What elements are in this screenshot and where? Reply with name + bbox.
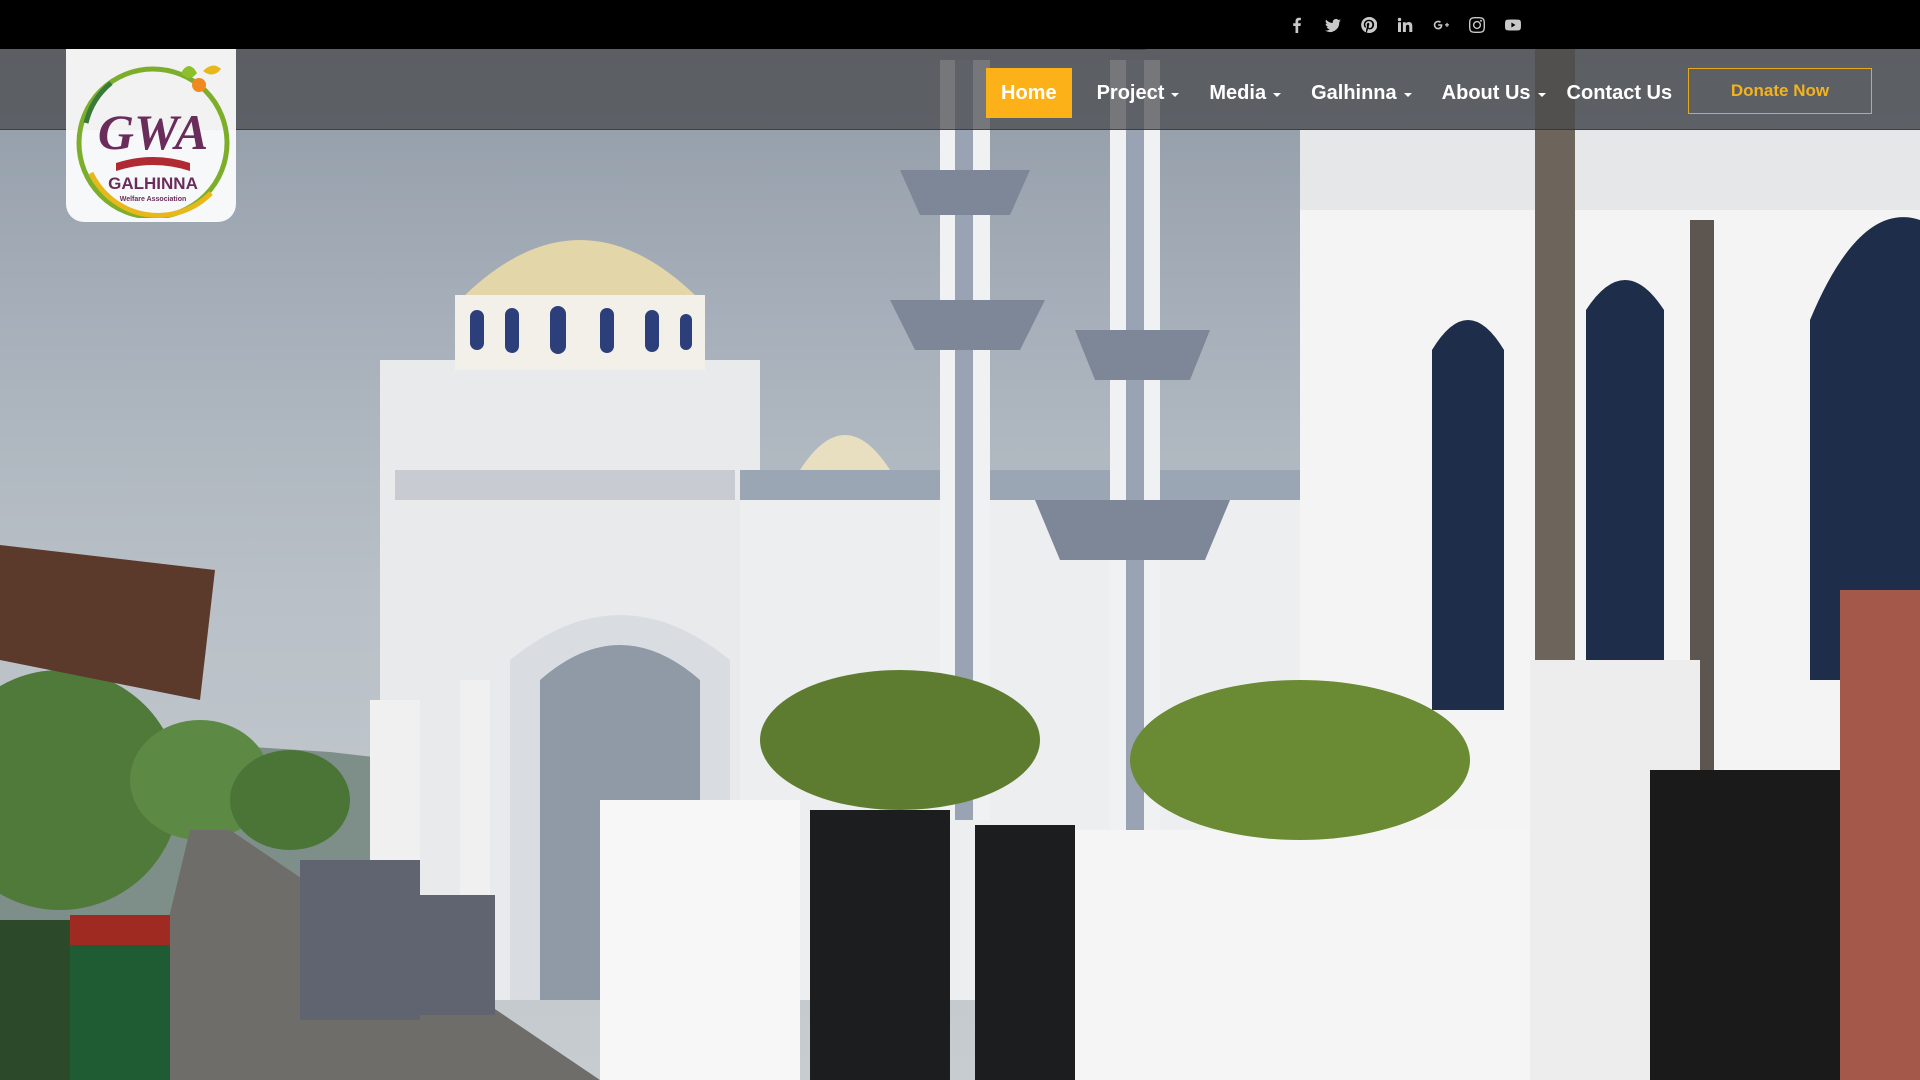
- nav-contact-us[interactable]: Contact Us: [1552, 68, 1688, 118]
- nav-project[interactable]: Project: [1082, 68, 1195, 118]
- caret-down-icon: [1273, 92, 1282, 97]
- instagram-icon[interactable]: [1468, 16, 1486, 34]
- nav-project-label: Project: [1096, 81, 1165, 104]
- nav-media[interactable]: Media: [1194, 68, 1296, 118]
- facebook-icon[interactable]: [1288, 16, 1306, 34]
- youtube-icon[interactable]: [1504, 16, 1522, 34]
- caret-down-icon: [1171, 92, 1180, 97]
- primary-nav: Home Project Media Galhinna About Us Con…: [986, 68, 1687, 118]
- pinterest-icon[interactable]: [1360, 16, 1378, 34]
- top-social-bar: [0, 0, 1920, 49]
- nav-home[interactable]: Home: [986, 68, 1072, 118]
- hero-background-image: [0, 0, 1920, 1080]
- nav-about-label: About Us: [1441, 81, 1531, 104]
- logo-subtitle: Welfare Association: [120, 196, 187, 203]
- nav-about-us[interactable]: About Us: [1427, 68, 1552, 118]
- logo-letters: GWA: [98, 104, 208, 160]
- nav-media-label: Media: [1209, 81, 1267, 104]
- linkedin-icon[interactable]: [1396, 16, 1414, 34]
- nav-home-label: Home: [1001, 81, 1057, 104]
- nav-contact-label: Contact Us: [1566, 81, 1673, 104]
- caret-down-icon: [1403, 92, 1412, 97]
- nav-galhinna[interactable]: Galhinna: [1296, 68, 1427, 118]
- google-plus-icon[interactable]: [1432, 16, 1450, 34]
- logo-name: GALHINNA: [108, 174, 198, 193]
- site-logo[interactable]: GWA GALHINNA Welfare Association: [66, 49, 236, 222]
- social-links: [1288, 0, 1522, 49]
- donate-now-button[interactable]: Donate Now: [1688, 68, 1872, 114]
- nav-galhinna-label: Galhinna: [1311, 81, 1397, 104]
- logo-emblem: GWA GALHINNA Welfare Association: [76, 65, 230, 218]
- caret-down-icon: [1537, 92, 1546, 97]
- twitter-icon[interactable]: [1324, 16, 1342, 34]
